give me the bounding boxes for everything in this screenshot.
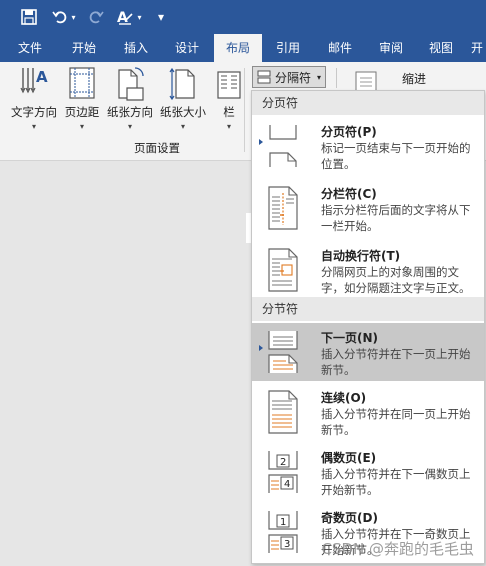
- menu-item-title: 奇数页(D): [321, 511, 378, 525]
- save-icon[interactable]: [18, 6, 40, 28]
- text-direction-icon: A: [19, 66, 49, 102]
- tab-view[interactable]: 视图: [419, 34, 463, 62]
- next-page-icon: [266, 329, 300, 375]
- menu-item-column-break[interactable]: 分栏符(C) 指示分栏符后面的文字将从下一栏开始。: [252, 179, 484, 237]
- redo-icon: [86, 6, 106, 28]
- undo-dropdown-icon[interactable]: ▾: [71, 13, 75, 22]
- menu-item-page-break[interactable]: 分页符(P) 标记一页结束与下一页开始的位置。: [252, 117, 484, 175]
- menu-item-description: 指示分栏符后面的文字将从下一栏开始。: [321, 203, 471, 233]
- text-wrapping-icon: [266, 247, 300, 293]
- tab-references[interactable]: 引用: [266, 34, 310, 62]
- text-direction-button[interactable]: A 文字方向 ▾: [8, 66, 60, 131]
- menu-item-title: 分页符(P): [321, 125, 377, 139]
- breaks-icon: [257, 70, 271, 84]
- margins-icon: [67, 66, 97, 102]
- continuous-icon: [266, 389, 300, 435]
- menu-item-title: 偶数页(E): [321, 451, 377, 465]
- svg-text:1: 1: [280, 517, 286, 528]
- menu-item-description: 插入分节符并在下一页上开始新节。: [321, 347, 471, 377]
- breaks-dropdown-menu: 分页符 分页符(P) 标记一页结束与下一页开始的位置。 分栏符(C) 指示分栏符…: [251, 90, 485, 564]
- menu-item-description: 分隔网页上的对象周围的文字，如分隔题注文字与正文。: [321, 265, 471, 295]
- even-page-icon: 2 4: [266, 449, 300, 495]
- menu-item-description: 标记一页结束与下一页开始的位置。: [321, 141, 471, 171]
- format-painter-icon[interactable]: A ▾: [112, 6, 146, 28]
- column-break-icon: [266, 185, 300, 231]
- page-setup-group-label: 页面设置: [134, 141, 180, 155]
- menu-item-title: 连续(O): [321, 391, 367, 405]
- svg-text:A: A: [36, 68, 48, 86]
- group-divider: [244, 68, 245, 152]
- selection-marker: [259, 139, 263, 145]
- tab-review[interactable]: 审阅: [369, 34, 413, 62]
- chevron-down-icon: ▾: [317, 72, 322, 82]
- svg-text:3: 3: [284, 539, 290, 550]
- menu-item-title: 下一页(N): [321, 331, 379, 345]
- ribbon-tabs: 文件 开始 插入 设计 布局 引用 邮件 审阅 视图 开: [0, 34, 486, 62]
- document-page[interactable]: [10, 161, 246, 566]
- odd-page-icon: 1 3: [266, 509, 300, 555]
- menu-item-title: 分栏符(C): [321, 187, 377, 201]
- group-divider: [336, 68, 337, 88]
- size-button[interactable]: 纸张大小 ▾: [158, 66, 208, 131]
- menu-item-description: 插入分节符并在同一页上开始新节。: [321, 407, 471, 437]
- svg-text:4: 4: [284, 479, 290, 490]
- margins-button[interactable]: 页边距 ▾: [62, 66, 102, 131]
- menu-item-next-page[interactable]: 下一页(N) 插入分节符并在下一页上开始新节。: [252, 323, 484, 381]
- columns-icon: [214, 66, 244, 102]
- page-break-icon: [266, 123, 300, 169]
- breaks-button[interactable]: 分隔符 ▾: [252, 66, 326, 88]
- columns-button[interactable]: 栏 ▾: [214, 66, 244, 131]
- selection-marker: [259, 345, 263, 351]
- tab-file[interactable]: 文件: [8, 34, 52, 62]
- menu-item-even-page[interactable]: 2 4 偶数页(E) 插入分节符并在下一偶数页上开始新节。: [252, 443, 484, 501]
- title-bar: ▾ A ▾ ▾: [0, 0, 486, 34]
- indent-label: 缩进: [402, 72, 427, 86]
- menu-item-title: 自动换行符(T): [321, 249, 401, 263]
- customize-qat-icon[interactable]: ▾: [154, 6, 168, 28]
- tab-home[interactable]: 开始: [62, 34, 106, 62]
- tab-layout[interactable]: 布局: [214, 34, 262, 62]
- watermark-text: CSDN @奔跑的毛毛虫: [321, 540, 474, 558]
- menu-item-text-wrapping-break[interactable]: 自动换行符(T) 分隔网页上的对象周围的文字，如分隔题注文字与正文。: [252, 241, 484, 299]
- tab-design[interactable]: 设计: [165, 34, 209, 62]
- orientation-icon: [115, 66, 145, 102]
- undo-icon[interactable]: ▾: [50, 6, 78, 28]
- menu-item-description: 插入分节符并在下一偶数页上开始新节。: [321, 467, 471, 497]
- tab-mailings[interactable]: 邮件: [318, 34, 362, 62]
- tab-insert[interactable]: 插入: [114, 34, 158, 62]
- svg-text:2: 2: [280, 457, 286, 468]
- paper-size-icon: [168, 66, 198, 102]
- menu-item-continuous[interactable]: 连续(O) 插入分节符并在同一页上开始新节。: [252, 383, 484, 441]
- tab-developer[interactable]: 开: [468, 34, 486, 62]
- section-header-page-breaks: 分页符: [252, 91, 484, 115]
- orientation-button[interactable]: 纸张方向 ▾: [104, 66, 156, 131]
- section-header-section-breaks: 分节符: [252, 297, 484, 321]
